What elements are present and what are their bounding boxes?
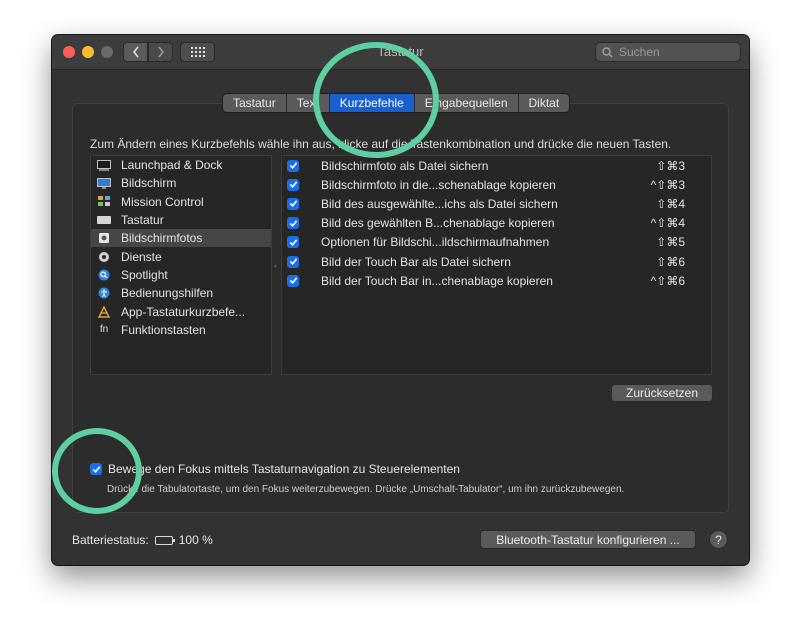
checkmark-icon bbox=[289, 277, 297, 285]
shortcut-row[interactable]: Bildschirmfoto in die...schenablage kopi… bbox=[282, 175, 711, 194]
shortcut-row[interactable]: Optionen für Bildschi...ildschirmaufnahm… bbox=[282, 233, 711, 252]
focus-checkbox[interactable] bbox=[90, 463, 102, 475]
category-label: Launchpad & Dock bbox=[121, 158, 223, 173]
category-label: Bildschirm bbox=[121, 176, 177, 191]
help-button[interactable]: ? bbox=[709, 530, 728, 549]
shortcut-checkbox[interactable] bbox=[287, 217, 299, 230]
shortcut-label: Optionen für Bildschi...ildschirmaufnahm… bbox=[321, 235, 550, 250]
search-input[interactable] bbox=[617, 44, 731, 60]
shortcut-keys[interactable]: ⇧⌘5 bbox=[656, 235, 685, 249]
shortcut-row[interactable]: Bild der Touch Bar in...chenablage kopie… bbox=[282, 271, 711, 290]
category-label: Dienste bbox=[121, 249, 162, 264]
screenshot-icon bbox=[97, 232, 111, 244]
category-label: Mission Control bbox=[121, 194, 204, 209]
app-shortcuts-icon bbox=[97, 305, 111, 318]
category-item-launchpad[interactable]: Launchpad & Dock bbox=[91, 156, 271, 174]
battery-status: Batteriestatus: 100 % bbox=[72, 533, 213, 547]
tab-kurzbefehle[interactable]: Kurzbefehle bbox=[329, 94, 415, 112]
category-item-funktionstasten[interactable]: fn Funktionstasten bbox=[91, 321, 271, 339]
category-label: App-Tastaturkurzbefe... bbox=[121, 304, 246, 319]
checkmark-icon bbox=[92, 465, 100, 473]
fn-icon: fn bbox=[99, 324, 109, 336]
shortcut-row[interactable]: Bild des gewählten B...chenablage kopier… bbox=[282, 214, 711, 233]
category-item-dienste[interactable]: Dienste bbox=[91, 247, 271, 265]
checkmark-icon bbox=[289, 258, 297, 265]
tab-eingabequellen[interactable]: Eingabequellen bbox=[415, 94, 519, 112]
shortcut-keys[interactable]: ^⇧⌘3 bbox=[651, 178, 685, 192]
tab-tastatur[interactable]: Tastatur bbox=[223, 94, 287, 112]
reset-button[interactable]: Zurücksetzen bbox=[611, 384, 713, 402]
category-label: Funktionstasten bbox=[121, 322, 206, 337]
category-item-bildschirmfotos[interactable]: Bildschirmfotos bbox=[91, 229, 271, 248]
category-item-spotlight[interactable]: Spotlight bbox=[91, 266, 271, 284]
shortcut-row[interactable]: Bildschirmfoto als Datei sichern ⇧⌘3 bbox=[282, 156, 711, 175]
shortcut-label: Bild der Touch Bar in...chenablage kopie… bbox=[321, 273, 553, 288]
battery-icon bbox=[154, 535, 175, 545]
shortcut-label: Bild des gewählten B...chenablage kopier… bbox=[321, 216, 555, 231]
focus-label: Bewege den Fokus mittels Tastaturnavigat… bbox=[108, 462, 460, 476]
category-item-bedienungshilfen[interactable]: Bedienungshilfen bbox=[91, 284, 271, 302]
shortcut-keys[interactable]: ^⇧⌘6 bbox=[651, 274, 685, 288]
tab-text[interactable]: Text bbox=[287, 94, 330, 112]
shortcut-keys[interactable]: ⇧⌘3 bbox=[656, 159, 685, 173]
search-field[interactable] bbox=[595, 42, 741, 62]
battery-value: 100 % bbox=[178, 533, 213, 547]
shortcut-keys[interactable]: ^⇧⌘4 bbox=[651, 216, 685, 230]
keyboard-icon bbox=[97, 214, 111, 226]
shortcut-list: Bildschirmfoto als Datei sichern ⇧⌘3 Bil… bbox=[281, 155, 712, 375]
display-icon bbox=[97, 177, 111, 189]
category-label: Bildschirmfotos bbox=[121, 231, 203, 246]
category-item-bildschirm[interactable]: Bildschirm bbox=[91, 174, 271, 192]
shortcut-label: Bildschirmfoto als Datei sichern bbox=[321, 158, 489, 173]
bluetooth-keyboard-button[interactable]: Bluetooth-Tastatur konfigurieren ... bbox=[480, 530, 696, 549]
tab-bar: Tastatur Text Kurzbefehle Eingabequellen… bbox=[222, 93, 571, 113]
shortcut-checkbox[interactable] bbox=[287, 255, 299, 268]
split-view-handle[interactable]: • bbox=[274, 262, 278, 271]
tab-diktat[interactable]: Diktat bbox=[519, 94, 570, 112]
gear-icon bbox=[97, 251, 111, 263]
spotlight-icon bbox=[97, 269, 111, 281]
category-item-app-shortcuts[interactable]: App-Tastaturkurzbefe... bbox=[91, 302, 271, 320]
shortcut-label: Bild der Touch Bar als Datei sichern bbox=[321, 254, 511, 269]
shortcut-checkbox[interactable] bbox=[287, 274, 299, 287]
shortcut-checkbox[interactable] bbox=[287, 159, 299, 172]
checkmark-icon bbox=[289, 200, 297, 208]
instruction-text: Zum Ändern eines Kurzbefehls wähle ihn a… bbox=[90, 137, 672, 151]
keyboard-preferences-window: Tastatur Tastatur Text Kurzbefehle Einga… bbox=[52, 35, 749, 565]
shortcut-keys[interactable]: ⇧⌘6 bbox=[656, 255, 685, 269]
category-label: Tastatur bbox=[121, 213, 164, 228]
shortcut-checkbox[interactable] bbox=[287, 197, 299, 210]
title-bar: Tastatur bbox=[52, 35, 749, 70]
launchpad-icon bbox=[97, 159, 111, 171]
shortcut-row[interactable]: Bild der Touch Bar als Datei sichern ⇧⌘6 bbox=[282, 252, 711, 271]
focus-hint-text: Drücke die Tabulatortaste, um den Fokus … bbox=[107, 484, 625, 495]
shortcut-row[interactable]: Bild des ausgewählte...ichs als Datei si… bbox=[282, 194, 711, 213]
focus-navigation-option[interactable]: Bewege den Fokus mittels Tastaturnavigat… bbox=[90, 462, 460, 476]
shortcut-label: Bildschirmfoto in die...schenablage kopi… bbox=[321, 177, 556, 192]
category-item-tastatur[interactable]: Tastatur bbox=[91, 211, 271, 229]
checkmark-icon bbox=[289, 181, 297, 189]
search-icon bbox=[602, 46, 613, 57]
checkmark-icon bbox=[289, 219, 297, 227]
checkmark-icon bbox=[289, 162, 297, 170]
battery-label: Batteriestatus: bbox=[72, 533, 149, 547]
mission-control-icon bbox=[97, 196, 111, 208]
category-item-mission-control[interactable]: Mission Control bbox=[91, 193, 271, 211]
category-list: Launchpad & Dock Bildschirm Mission Cont… bbox=[90, 155, 272, 375]
shortcut-checkbox[interactable] bbox=[287, 178, 299, 191]
category-label: Bedienungshilfen bbox=[121, 286, 214, 301]
shortcut-keys[interactable]: ⇧⌘4 bbox=[656, 197, 685, 211]
accessibility-icon bbox=[97, 287, 111, 299]
shortcut-label: Bild des ausgewählte...ichs als Datei si… bbox=[321, 196, 558, 211]
shortcut-checkbox[interactable] bbox=[287, 236, 299, 249]
category-label: Spotlight bbox=[121, 267, 168, 282]
checkmark-icon bbox=[289, 239, 297, 246]
